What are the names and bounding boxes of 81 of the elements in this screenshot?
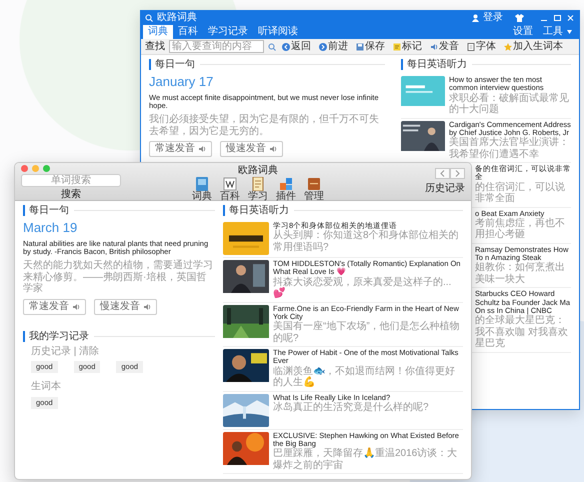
section-heading: 每日英语听力 bbox=[223, 205, 289, 216]
tab[interactable]: 听译阅读 bbox=[253, 25, 303, 39]
shirt-icon[interactable] bbox=[515, 14, 524, 22]
pronounce-button[interactable]: 常速发音 bbox=[23, 298, 86, 315]
toolbar-button[interactable]: 保存 bbox=[354, 42, 387, 52]
toolbar-button[interactable]: 词典 bbox=[192, 176, 212, 202]
wordbook-label: 生词本 bbox=[31, 381, 62, 393]
history-label: 历史记录 | 清除 bbox=[31, 346, 100, 358]
toolbar-button[interactable]: 管理 bbox=[304, 176, 324, 202]
forward-icon bbox=[319, 42, 327, 50]
search-icon bbox=[145, 14, 153, 22]
login-link[interactable]: 登录 bbox=[483, 12, 503, 24]
article-summary: 考前焦虑症，再也不用担心考砸 bbox=[475, 218, 566, 241]
chevron-left-icon bbox=[440, 170, 445, 176]
article-summary: 美国首席大法官毕业演讲：我希望你们遭遇不幸 bbox=[449, 137, 570, 160]
window-title: 欧路词典 bbox=[238, 165, 278, 176]
user-icon bbox=[472, 14, 479, 22]
section-heading: 每日一句 bbox=[149, 59, 195, 70]
tab[interactable]: 百科 bbox=[173, 25, 203, 39]
close-button[interactable] bbox=[21, 165, 28, 172]
maximize-icon[interactable] bbox=[553, 14, 562, 22]
search-field[interactable]: 单词搜索 bbox=[21, 174, 121, 187]
search-icon[interactable] bbox=[268, 42, 276, 50]
speaker-icon bbox=[72, 302, 80, 311]
chinese-translation: 我们必须接受失望，因为它是有限的，但千万不可失去希望，因为它是无穷的。 bbox=[149, 114, 380, 138]
toolbar-button[interactable]: 标记 bbox=[391, 42, 424, 52]
article-summary: 从头到脚：你知道这8个和身体部位相关的常用俚语吗? bbox=[273, 230, 460, 254]
chevron-right-icon bbox=[455, 170, 460, 176]
blocks-icon bbox=[279, 176, 293, 190]
tab[interactable]: 学习记录 bbox=[203, 25, 253, 39]
article-summary: 巴厘踩雁，天降留存🙏重温2016访谈：大爆炸之前的宇宙 bbox=[273, 448, 458, 471]
floppy-icon bbox=[356, 42, 364, 50]
chinese-translation: 天然的能力犹如天然的植物，需要通过学习来精心修剪。——弗朗西斯·培根，英国哲学家 bbox=[23, 260, 214, 295]
article-summary: 抖森大谈恋爱观，原来真爱是这样子的...💕 bbox=[273, 276, 452, 300]
forward-button[interactable] bbox=[450, 168, 465, 178]
toolbar-button[interactable]: 百科 bbox=[220, 176, 240, 202]
article-summary: 临渊羡鱼🐟，不如退而结网！你值得更好的人生💪 bbox=[273, 366, 456, 388]
speaker-icon bbox=[143, 302, 151, 311]
section-heading: 每日一句 bbox=[23, 205, 69, 216]
article-summary: 求职必看：破解面试最常见的十大问题 bbox=[449, 92, 570, 116]
toolbar-button[interactable]: 学习 bbox=[248, 176, 268, 202]
toolbar-button[interactable]: 发音 bbox=[428, 42, 461, 52]
pronounce-button[interactable]: 慢速发音 bbox=[220, 141, 283, 158]
section-heading: 我的学习记录 bbox=[23, 330, 89, 342]
menu-button[interactable]: 工具 bbox=[538, 25, 577, 39]
article-summary: 美国有一座“地下农场”，他们是怎么种植物的呢? bbox=[273, 321, 461, 344]
speaker-icon bbox=[269, 145, 277, 154]
speaker-icon bbox=[430, 42, 438, 50]
notepad-icon bbox=[251, 176, 265, 190]
pronounce-button[interactable]: 慢速发音 bbox=[94, 298, 157, 315]
back-icon bbox=[282, 42, 290, 50]
date-heading: January 17 bbox=[149, 74, 214, 90]
article-summary: 冰岛真正的生活究竟是什么样的呢? bbox=[273, 402, 429, 414]
wiki-icon bbox=[223, 176, 237, 190]
article-summary: 姐教你：如何烹煮出美味一块大 bbox=[475, 262, 566, 286]
speaker-icon bbox=[198, 145, 206, 154]
date-heading: March 19 bbox=[23, 220, 78, 236]
search-label: 查找 bbox=[145, 40, 165, 52]
caret-icon bbox=[567, 30, 572, 34]
article-summary: 的住宿词汇，可以说非常全面 bbox=[475, 182, 566, 204]
toolbar-button[interactable]: 加入生词本 bbox=[502, 42, 565, 52]
toolbar-button[interactable]: 前进 bbox=[317, 42, 350, 52]
toolbar-button[interactable]: 插件 bbox=[276, 176, 296, 202]
tab[interactable]: 词典 bbox=[143, 25, 173, 39]
pronounce-button[interactable]: 常速发音 bbox=[149, 141, 212, 158]
search-label: 搜索 bbox=[60, 189, 82, 200]
history-label: 历史记录 bbox=[425, 182, 465, 194]
toolbar-button[interactable]: 字体 bbox=[465, 42, 498, 52]
toolbar-button[interactable]: 返回 bbox=[280, 42, 313, 52]
drawer-icon bbox=[307, 176, 321, 190]
window-title: 欧路词典 bbox=[157, 12, 197, 24]
back-button[interactable] bbox=[435, 168, 450, 178]
menu-button[interactable]: 设置 bbox=[508, 25, 538, 39]
section-heading: 每日英语听力 bbox=[401, 59, 467, 70]
zoom-button[interactable] bbox=[43, 165, 50, 172]
close-icon[interactable] bbox=[566, 14, 575, 22]
star-icon bbox=[504, 42, 512, 50]
book-icon bbox=[195, 176, 209, 190]
article-summary: 的全球最大星巴克：我不喜欢咖 对我喜欢星巴克 bbox=[475, 315, 569, 350]
note-icon bbox=[393, 42, 401, 50]
page-icon bbox=[467, 42, 475, 50]
